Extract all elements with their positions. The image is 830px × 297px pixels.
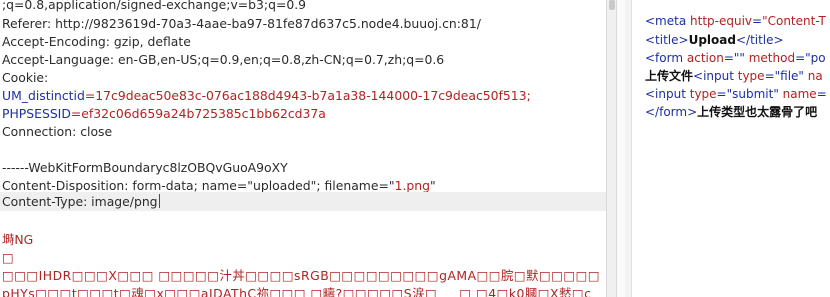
attr: name [778,87,817,101]
header-encoding-line: Accept-Encoding: gzip, deflate [2,34,191,49]
response-meta-line: <meta http-equiv="Content-T [645,12,826,30]
scrollbar-thumb[interactable] [609,0,615,10]
attr: http-equiv [686,14,753,28]
response-form-line: <form action="" method="po [645,49,826,67]
boundary-line: ------WebKitFormBoundaryc8lzOBQvGuoA9oXY [2,160,288,175]
content-type-text: Content-Type: image/png [2,194,158,209]
cookie-value: =ef32c06d659a24b725385c1bb62cd37a [70,106,326,121]
attr: type [733,69,765,83]
tag: <form [645,51,684,65]
label-text: 上传文件 [645,69,694,83]
binary-line: □ [2,250,14,265]
pane-divider[interactable] [617,0,625,297]
attr-value: ="file" [764,69,804,83]
disposition-suffix: " [429,178,436,193]
binary-line: pHYs□□□t□□□t□魂□x□□□aIDAThC祢□□□ □疇?□□□□□S… [2,286,592,297]
response-file-input-line: 上传文件<input type="file" na [645,67,823,85]
disposition-prefix: Content-Disposition: form-data; name="up… [2,178,395,193]
eq: = [752,14,763,28]
attr: type [685,87,717,101]
cookie-phpsessid: PHPSESSID=ef32c06d659a24b725385c1bb62cd3… [2,104,326,123]
response-viewer[interactable]: <meta http-equiv="Content-T <title>Uploa… [625,0,830,297]
message-text: 上传类型也太露骨了吧 [697,105,818,119]
content-type-line[interactable]: Content-Type: image/png [2,192,160,211]
request-editor[interactable]: ;q=0.8,application/signed-exchange;v=b3;… [0,0,606,297]
tag: </form> [645,105,698,119]
tag: <input [645,87,686,101]
header-cookie-label: Cookie: [2,70,49,85]
attr-value: "Content-T [762,14,826,28]
tag: <title> [645,33,689,47]
binary-png-signature: 塒NG [2,232,34,247]
header-accept-line: ;q=0.8,application/signed-exchange;v=b3;… [2,0,307,12]
tag: </title> [735,33,784,47]
attr: na [803,69,823,83]
attr-value: ="po [795,51,826,65]
filename-value: 1.png [394,178,430,193]
attr-value: ="" [723,51,745,65]
response-title-line: <title>Upload</title> [645,31,784,49]
response-form-close-line: </form>上传类型也太露骨了吧 [645,103,817,121]
response-scrollbar[interactable] [625,0,632,297]
attr: action [683,51,724,65]
text-cursor [158,194,160,208]
cookie-um-distinctid: UM_distinctid=17c9deac50e83c-076ac188d49… [2,86,531,105]
header-connection-line: Connection: close [2,124,113,139]
request-scrollbar[interactable] [606,0,617,297]
cookie-value: =17c9deac50e83c-076ac188d4943-b7a1a38-14… [84,88,531,103]
tag: <input [693,69,734,83]
binary-line: □□□IHDR□□□X□□□ □□□□□汁丼□□□□sRGB□□□□□□□□□g… [2,268,601,283]
header-referer-line: Referer: http://9823619d-70a3-4aae-ba97-… [2,16,481,31]
eq: = [816,87,827,101]
attr-value: ="submit" [716,87,779,101]
tag: <meta [645,14,687,28]
cookie-key: PHPSESSID [2,106,71,121]
attr: method [744,51,796,65]
cookie-key: UM_distinctid [2,88,85,103]
response-submit-line: <input type="submit" name= [645,85,827,103]
header-language-line: Accept-Language: en-GB,en-US;q=0.9,en;q=… [2,52,445,67]
title-text: Upload [688,33,736,47]
